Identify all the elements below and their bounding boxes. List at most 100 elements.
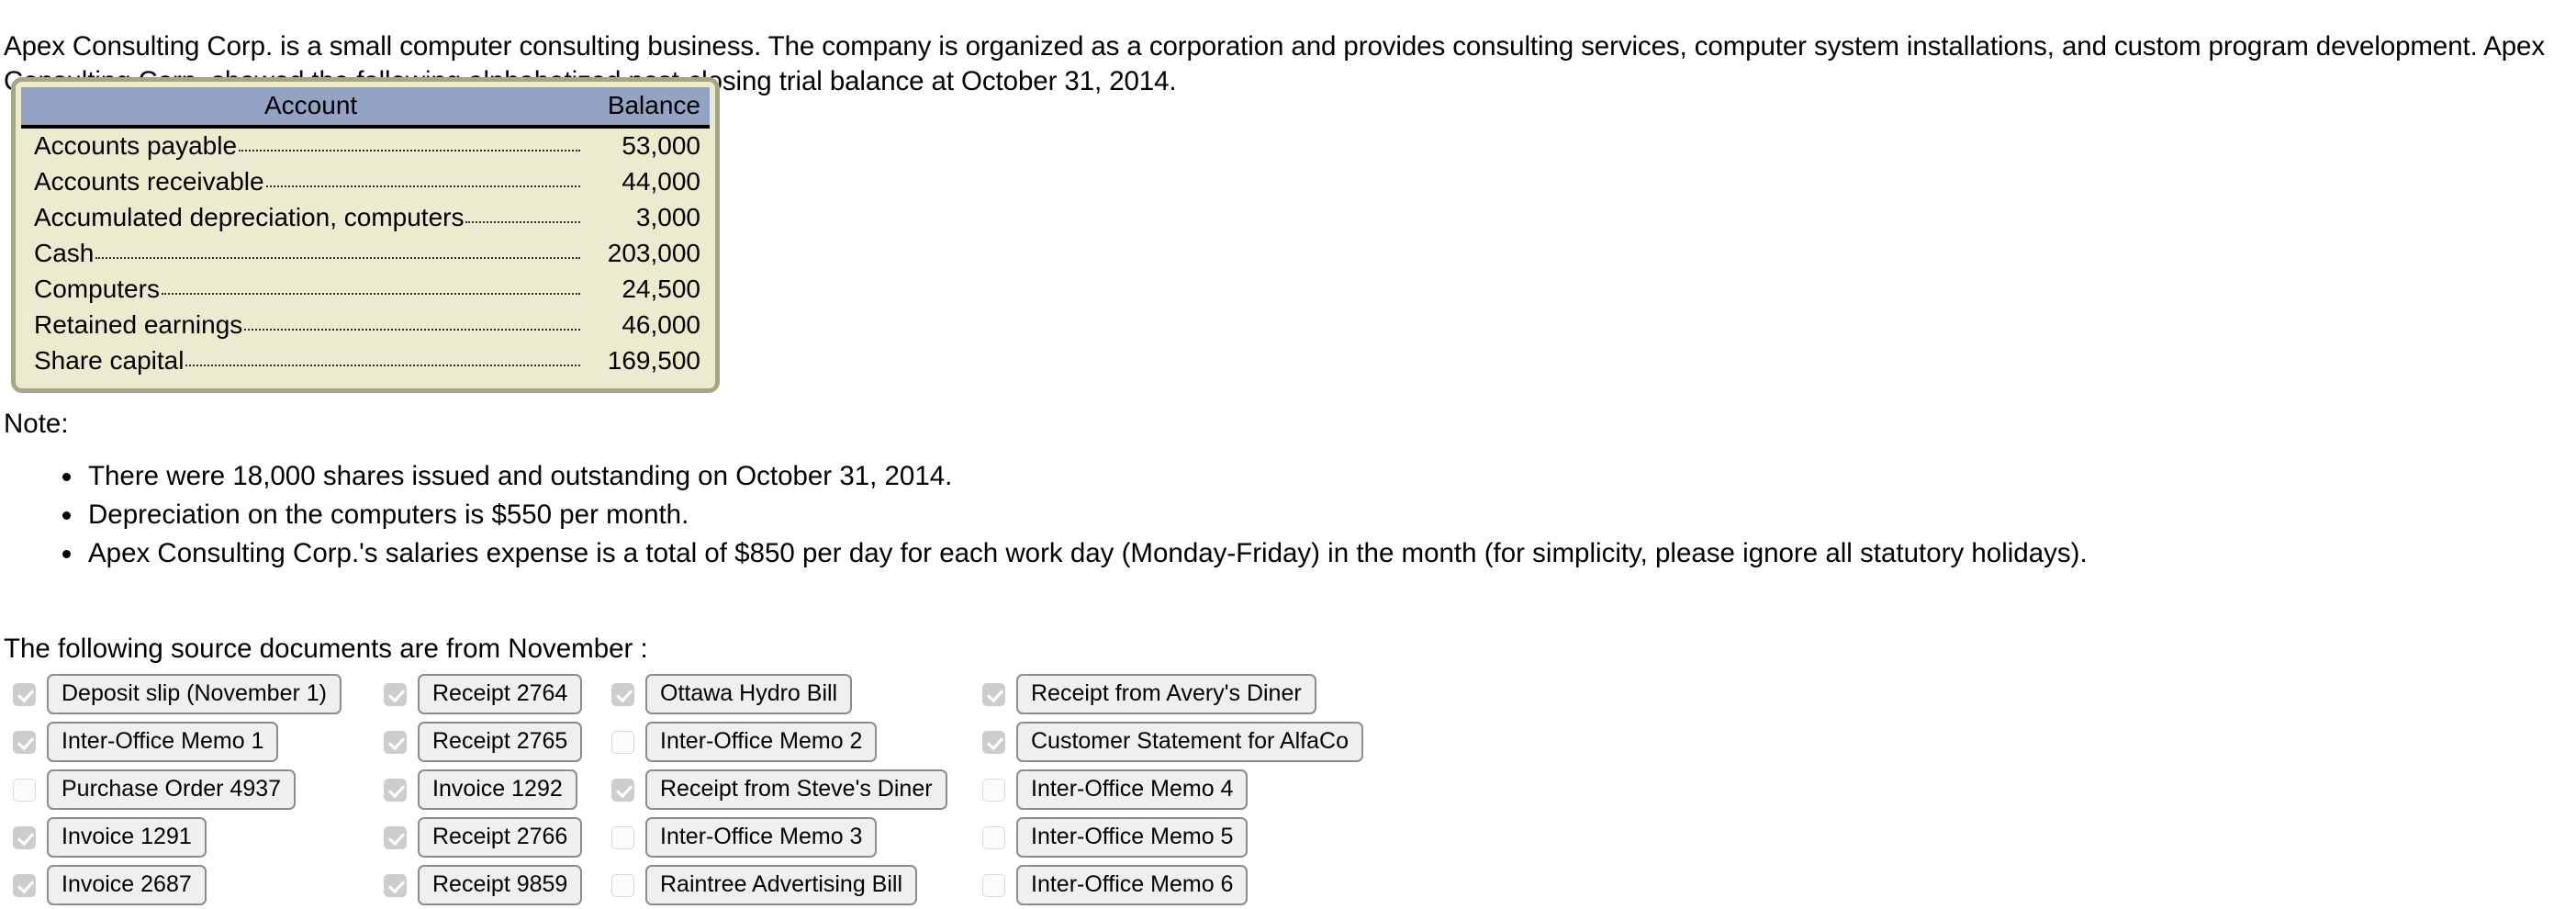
source-document-button[interactable]: Inter-Office Memo 1 <box>47 722 279 762</box>
source-document-button[interactable]: Raintree Advertising Bill <box>645 865 918 905</box>
source-document-row: Receipt from Avery's Diner <box>982 670 1368 718</box>
source-documents-column: Receipt from Avery's Diner Customer State… <box>982 670 1368 909</box>
trial-balance-table: Account Balance Accounts payable 53,000 Ac… <box>21 87 710 379</box>
source-document-row: Inter-Office Memo 6 <box>982 861 1368 909</box>
source-document-row: Customer Statement for AlfaCo <box>982 718 1368 766</box>
checkbox-checked-icon[interactable] <box>13 730 36 754</box>
note-item: Depreciation on the computers is $550 pe… <box>84 498 2576 533</box>
source-documents-column: Deposit slip (November 1) Inter-Office Me… <box>13 670 384 909</box>
source-document-row: Ottawa Hydro Bill <box>611 670 982 718</box>
source-document-row: Inter-Office Memo 4 <box>982 766 1368 814</box>
leader-dots <box>244 329 581 331</box>
source-document-row: Invoice 1292 <box>384 766 611 814</box>
source-document-row: Receipt 2764 <box>384 670 611 718</box>
source-documents-grid: Deposit slip (November 1) Inter-Office Me… <box>13 670 1368 909</box>
source-document-button[interactable]: Inter-Office Memo 4 <box>1016 769 1249 810</box>
leader-dots <box>465 221 581 223</box>
checkbox-checked-icon[interactable] <box>13 682 36 706</box>
table-row: Accumulated depreciation, computers 3,000 <box>21 200 710 236</box>
source-document-row: Raintree Advertising Bill <box>611 861 982 909</box>
leader-dots <box>95 257 581 259</box>
source-document-row: Receipt 2766 <box>384 814 611 861</box>
checkbox-unchecked-icon[interactable] <box>982 873 1005 897</box>
problem-page: Apex Consulting Corp. is a small compute… <box>0 0 2576 909</box>
table-row: Accounts payable 53,000 <box>21 127 710 164</box>
note-list: There were 18,000 shares issued and outs… <box>4 459 2576 575</box>
source-document-row: Inter-Office Memo 2 <box>611 718 982 766</box>
source-document-row: Inter-Office Memo 5 <box>982 814 1368 861</box>
source-document-button[interactable]: Receipt 9859 <box>418 865 583 905</box>
note-item: Apex Consulting Corp.'s salaries expense… <box>84 536 2576 571</box>
note-item: There were 18,000 shares issued and outs… <box>84 459 2576 494</box>
source-document-button[interactable]: Receipt 2764 <box>418 674 583 714</box>
checkbox-checked-icon[interactable] <box>611 778 634 802</box>
trial-balance-body: Accounts payable 53,000 Accounts receivabl… <box>21 127 710 379</box>
leader-dots <box>161 293 581 295</box>
source-document-button[interactable]: Inter-Office Memo 5 <box>1016 817 1249 858</box>
source-document-row: Receipt 2765 <box>384 718 611 766</box>
trial-balance-panel: Account Balance Accounts payable 53,000 Ac… <box>11 77 720 393</box>
balance-cell: 46,000 <box>622 310 700 339</box>
checkbox-unchecked-icon[interactable] <box>13 778 36 802</box>
checkbox-checked-icon[interactable] <box>384 682 407 706</box>
table-header-row: Account Balance <box>21 87 710 129</box>
checkbox-unchecked-icon[interactable] <box>611 825 634 849</box>
account-cell: Accounts payable <box>21 127 584 164</box>
source-document-button[interactable]: Inter-Office Memo 2 <box>645 722 878 762</box>
source-document-button[interactable]: Purchase Order 4937 <box>47 769 297 810</box>
checkbox-checked-icon[interactable] <box>384 730 407 754</box>
source-document-button[interactable]: Receipt 2766 <box>418 817 583 858</box>
balance-cell: 3,000 <box>635 203 700 231</box>
checkbox-checked-icon[interactable] <box>611 682 634 706</box>
table-row: Accounts receivable 44,000 <box>21 164 710 200</box>
note-label: Note: <box>4 409 69 439</box>
leader-dots <box>239 150 581 152</box>
source-document-button[interactable]: Invoice 2687 <box>47 865 207 905</box>
source-document-row: Deposit slip (November 1) <box>13 670 384 718</box>
leader-dots <box>265 185 581 187</box>
checkbox-checked-icon[interactable] <box>13 825 36 849</box>
source-document-button[interactable]: Inter-Office Memo 6 <box>1016 865 1249 905</box>
account-label: Accumulated depreciation, computers <box>34 203 465 231</box>
checkbox-unchecked-icon[interactable] <box>611 873 634 897</box>
checkbox-checked-icon[interactable] <box>384 873 407 897</box>
balance-cell: 44,000 <box>622 167 700 196</box>
checkbox-checked-icon[interactable] <box>384 825 407 849</box>
account-cell: Cash <box>21 236 584 272</box>
source-document-row: Inter-Office Memo 3 <box>611 814 982 861</box>
table-row: Cash 203,000 <box>21 236 710 272</box>
source-document-button[interactable]: Invoice 1291 <box>47 817 207 858</box>
source-document-row: Invoice 2687 <box>13 861 384 909</box>
checkbox-checked-icon[interactable] <box>384 778 407 802</box>
checkbox-checked-icon[interactable] <box>982 730 1005 754</box>
source-document-row: Receipt from Steve's Diner <box>611 766 982 814</box>
source-document-button[interactable]: Inter-Office Memo 3 <box>645 817 878 858</box>
account-label: Retained earnings <box>34 310 243 339</box>
account-cell: Retained earnings <box>21 308 584 343</box>
source-document-button[interactable]: Receipt from Avery's Diner <box>1016 674 1316 714</box>
source-document-button[interactable]: Customer Statement for AlfaCo <box>1016 722 1363 762</box>
account-cell: Computers <box>21 272 584 308</box>
balance-cell: 24,500 <box>622 275 700 303</box>
checkbox-unchecked-icon[interactable] <box>982 825 1005 849</box>
checkbox-checked-icon[interactable] <box>13 873 36 897</box>
source-document-button[interactable]: Ottawa Hydro Bill <box>645 674 853 714</box>
checkbox-unchecked-icon[interactable] <box>982 778 1005 802</box>
balance-cell: 169,500 <box>607 346 700 375</box>
source-document-button[interactable]: Receipt from Steve's Diner <box>645 769 947 810</box>
account-cell: Accumulated depreciation, computers <box>21 200 584 236</box>
source-document-button[interactable]: Receipt 2765 <box>418 722 583 762</box>
source-document-button[interactable]: Invoice 1292 <box>418 769 577 810</box>
account-cell: Share capital <box>21 343 584 379</box>
source-document-button[interactable]: Deposit slip (November 1) <box>47 674 342 714</box>
table-row: Retained earnings 46,000 <box>21 308 710 343</box>
source-document-row: Inter-Office Memo 1 <box>13 718 384 766</box>
checkbox-unchecked-icon[interactable] <box>611 730 634 754</box>
account-cell: Accounts receivable <box>21 164 584 200</box>
column-header-balance: Balance <box>584 87 710 129</box>
account-label: Accounts payable <box>34 131 238 160</box>
source-document-row: Receipt 9859 <box>384 861 611 909</box>
account-label: Share capital <box>34 346 185 375</box>
checkbox-checked-icon[interactable] <box>982 682 1005 706</box>
trial-balance-head: Account Balance <box>21 87 710 129</box>
